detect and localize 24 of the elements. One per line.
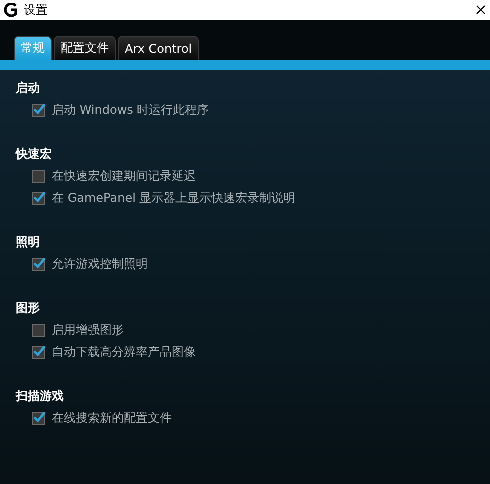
checkbox[interactable] xyxy=(32,412,45,425)
option-label: 在线搜索新的配置文件 xyxy=(52,410,172,427)
checkbox[interactable] xyxy=(32,170,45,183)
checkbox[interactable] xyxy=(32,324,45,337)
option-label: 启动 Windows 时运行此程序 xyxy=(52,102,210,119)
checkbox[interactable] xyxy=(32,104,45,117)
tab[interactable]: Arx Control xyxy=(118,36,200,60)
checkbox[interactable] xyxy=(32,258,45,271)
logo-icon xyxy=(4,3,18,17)
close-icon[interactable] xyxy=(476,5,486,15)
window-title: 设置 xyxy=(24,2,49,18)
option-label: 在快速宏创建期间记录延迟 xyxy=(52,168,196,185)
section-heading: 照明 xyxy=(16,234,41,251)
checkbox[interactable] xyxy=(32,346,45,359)
option-label: 允许游戏控制照明 xyxy=(52,256,148,273)
tab[interactable]: 配置文件 xyxy=(54,36,116,60)
section-heading: 扫描游戏 xyxy=(16,388,65,405)
section-heading: 启动 xyxy=(16,80,41,97)
option-label: 启用增强图形 xyxy=(52,322,124,339)
option-label: 在 GamePanel 显示器上显示快速宏录制说明 xyxy=(52,190,296,207)
section-heading: 快速宏 xyxy=(16,146,53,163)
checkbox[interactable] xyxy=(32,192,45,205)
section-heading: 图形 xyxy=(16,300,41,317)
option-label: 自动下载高分辨率产品图像 xyxy=(52,344,196,361)
